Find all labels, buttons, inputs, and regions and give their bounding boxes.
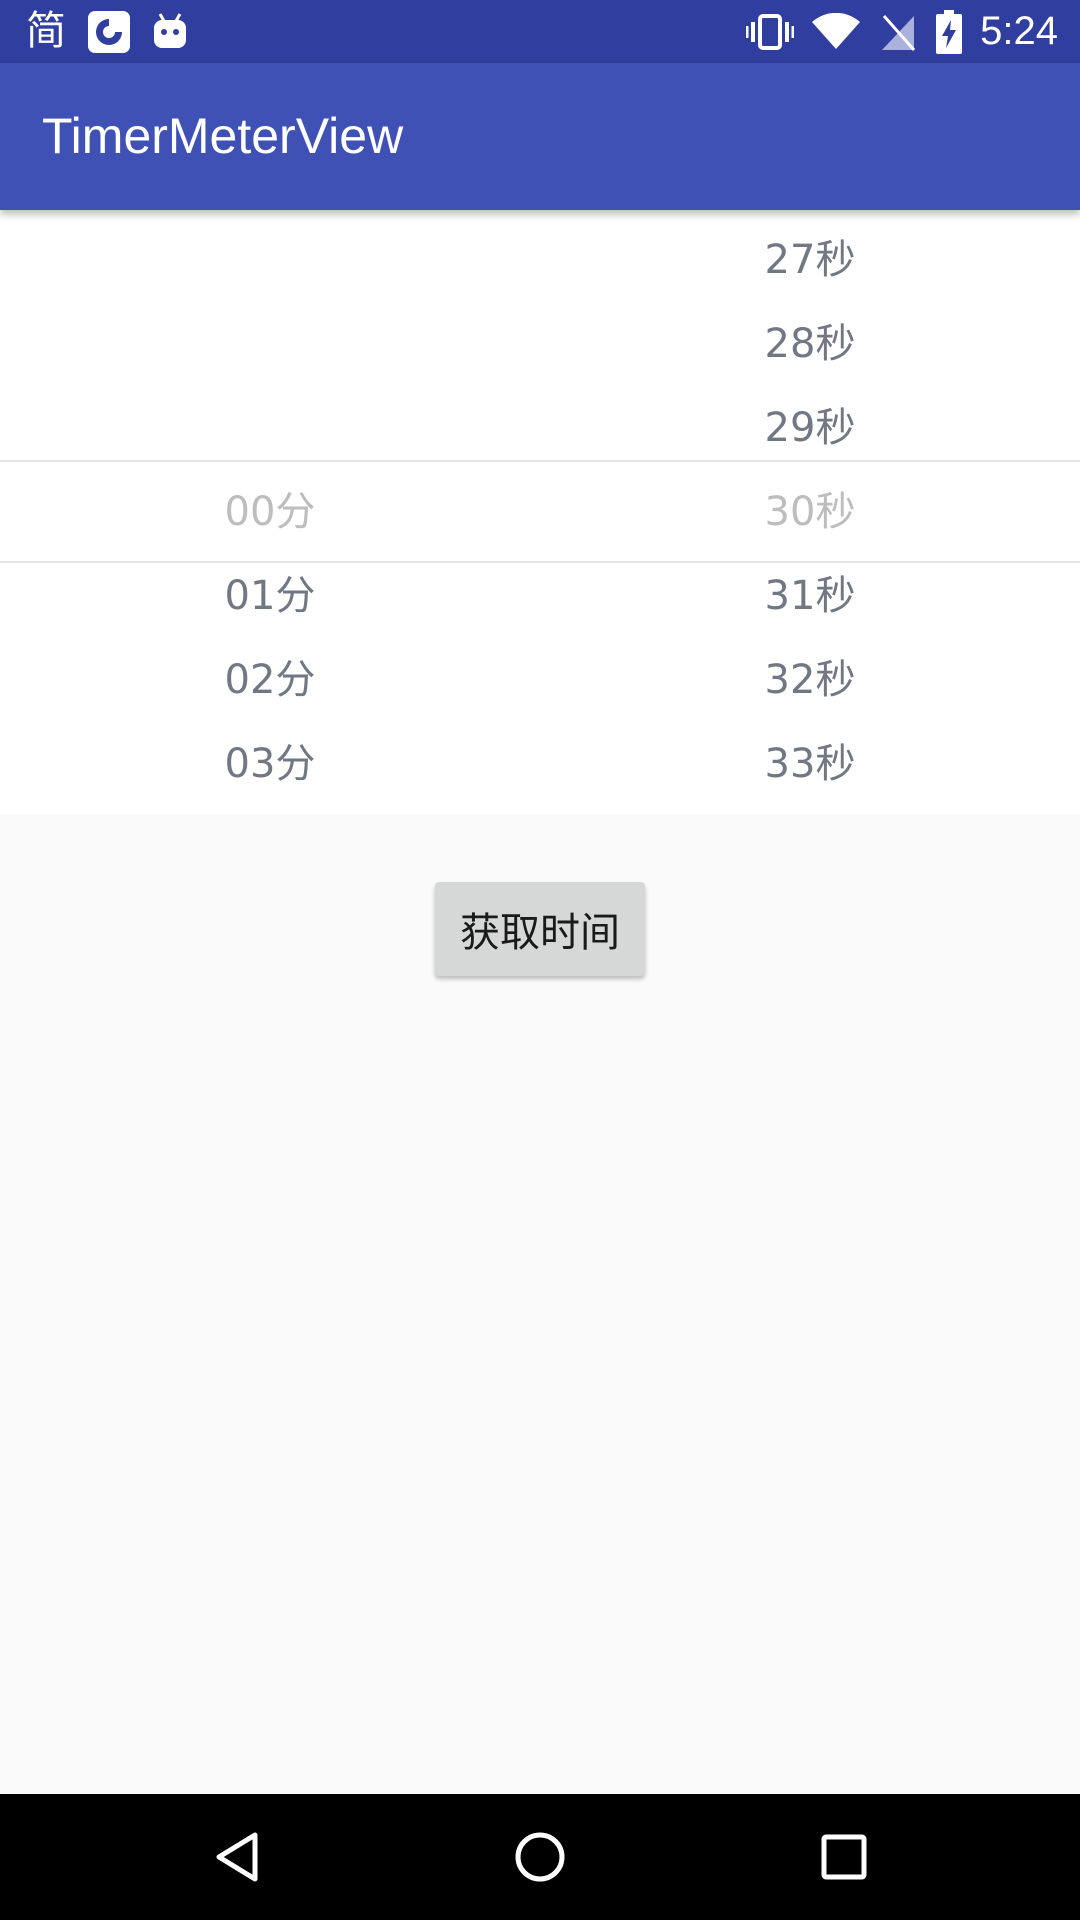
second-item[interactable]: 31秒 [710,566,910,626]
simplified-chinese-icon: 简 [26,8,66,54]
get-time-button[interactable]: 获取时间 [435,882,645,976]
home-button[interactable] [480,1794,600,1920]
minute-item-selected[interactable]: 00分 [170,482,370,542]
picker-selection-top-divider [0,460,1080,462]
battery-charging-icon [936,9,963,54]
app-bar: TimerMeterView [0,63,1080,210]
vibrate-icon [746,12,795,52]
minute-item[interactable]: 03分 [170,734,370,794]
recents-icon [820,1833,868,1881]
screen: 简 5:24 TimerMeterView 00分 01分 02分 03分 27… [0,0,1080,1920]
wifi-icon [812,12,861,51]
navigation-bar [0,1794,1080,1920]
time-picker: 00分 01分 02分 03分 27秒 28秒 29秒 30秒 31秒 32秒 … [0,210,1080,814]
page-title: TimerMeterView [42,108,404,164]
second-item[interactable]: 27秒 [710,230,910,290]
back-icon [213,1831,261,1883]
android-debug-icon [152,12,188,52]
minute-item[interactable]: 01分 [170,566,370,626]
minute-item[interactable]: 02分 [170,650,370,710]
second-item[interactable]: 29秒 [710,398,910,458]
status-clock: 5:24 [980,9,1058,53]
second-item-selected[interactable]: 30秒 [710,482,910,542]
home-icon [513,1830,567,1884]
no-sim-icon [878,12,918,52]
second-item[interactable]: 28秒 [710,314,910,374]
recents-button[interactable] [784,1794,904,1920]
back-button[interactable] [177,1794,297,1920]
app-notification-icon [88,10,130,53]
status-bar-left: 简 [26,0,188,63]
second-item[interactable]: 32秒 [710,650,910,710]
status-bar-right: 5:24 [746,0,1058,63]
status-bar: 简 5:24 [0,0,1080,63]
second-item[interactable]: 33秒 [710,734,910,794]
picker-selection-bottom-divider [0,561,1080,563]
